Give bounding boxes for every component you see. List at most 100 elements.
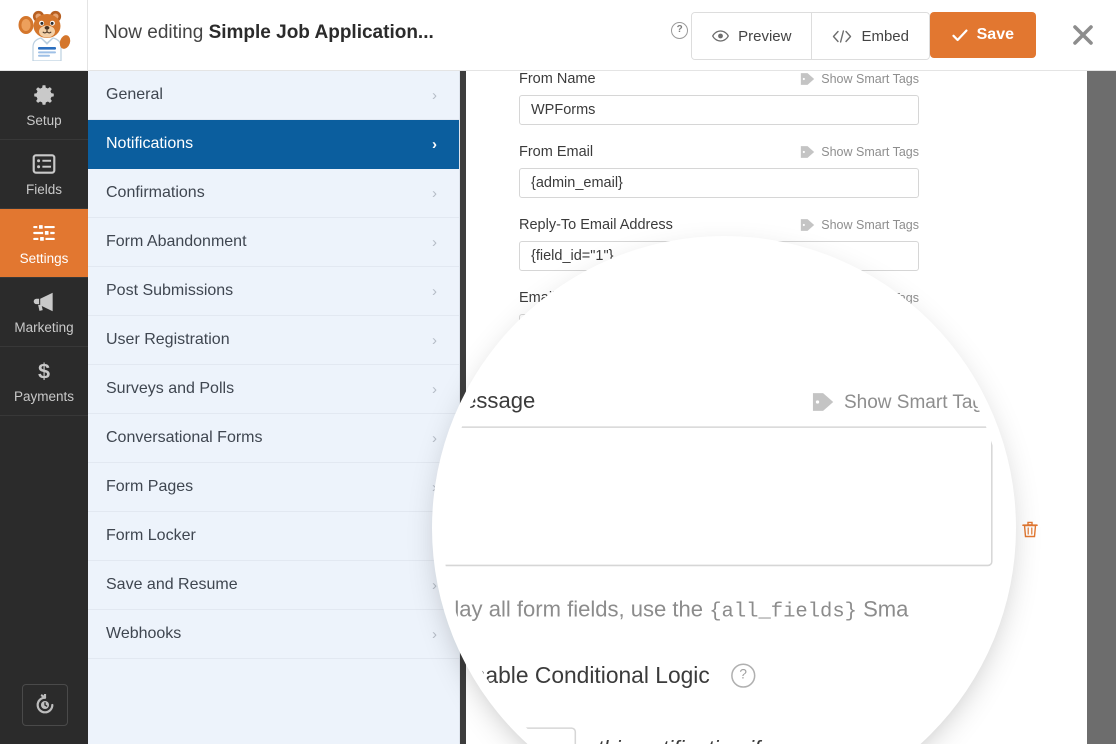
page-title: Now editing Simple Job Application... bbox=[104, 22, 434, 44]
nav-item-label: Webhooks bbox=[106, 625, 181, 643]
delete-condition-button[interactable] bbox=[1022, 521, 1038, 538]
from-name-input[interactable]: WPForms bbox=[519, 95, 919, 125]
from-name-field: From Name Show Smart Tags WPForms bbox=[519, 71, 919, 125]
settings-nav-item-save-and-resume[interactable]: Save and Resume › bbox=[88, 561, 459, 610]
close-builder-button[interactable] bbox=[1070, 22, 1096, 48]
chevron-right-icon: › bbox=[432, 88, 437, 103]
chevron-right-icon: › bbox=[432, 137, 437, 152]
from-email-field: From Email Show Smart Tags {admin_email} bbox=[519, 144, 919, 198]
settings-nav-item-confirmations[interactable]: Confirmations › bbox=[88, 169, 459, 218]
sidebar-item-marketing[interactable]: Marketing bbox=[0, 278, 88, 347]
eye-icon bbox=[712, 30, 729, 42]
preview-embed-group: Preview Embed bbox=[691, 12, 930, 60]
nav-item-label: Form Abandonment bbox=[106, 233, 247, 251]
settings-nav-item-post-submissions[interactable]: Post Submissions › bbox=[88, 267, 459, 316]
sidebar-item-label: Fields bbox=[26, 182, 62, 197]
chevron-right-icon: › bbox=[432, 578, 437, 593]
settings-nav-item-form-pages[interactable]: Form Pages › bbox=[88, 463, 459, 512]
sidebar-item-label: Marketing bbox=[14, 320, 73, 335]
tag-icon bbox=[812, 391, 835, 412]
conditional-logic-toggle-row-magnified: Enable Conditional Logic ? bbox=[443, 662, 755, 689]
chevron-right-icon: › bbox=[432, 186, 437, 201]
chevron-right-icon: › bbox=[432, 431, 437, 446]
sidebar-item-label: Payments bbox=[14, 389, 74, 404]
logo-container bbox=[0, 0, 88, 70]
settings-nav-list: General › Notifications › Confirmations … bbox=[88, 71, 460, 744]
chevron-right-icon: › bbox=[432, 333, 437, 348]
conditional-action-row-magnified: Send ▼ this notification if bbox=[443, 727, 760, 744]
conditional-action-value: Send bbox=[443, 738, 454, 744]
conditional-action-suffix: this notification if bbox=[597, 738, 760, 744]
hint-after: Sma bbox=[857, 598, 908, 622]
from-email-smart-tags-toggle[interactable]: Show Smart Tags bbox=[800, 145, 919, 159]
nav-item-label: User Registration bbox=[106, 331, 230, 349]
smart-tags-label: Show Smart Tags bbox=[821, 72, 919, 86]
reply-to-smart-tags-toggle[interactable]: Show Smart Tags bbox=[800, 218, 919, 232]
tag-icon bbox=[800, 145, 815, 159]
close-icon bbox=[1070, 22, 1096, 48]
chevron-right-icon: › bbox=[432, 382, 437, 397]
sidebar-item-label: Setup bbox=[26, 113, 61, 128]
form-name: Simple Job Application... bbox=[209, 22, 434, 43]
nav-item-label: Notifications bbox=[106, 135, 193, 153]
builder-header: Now editing Simple Job Application... ? … bbox=[0, 0, 1116, 71]
editing-prefix: Now editing bbox=[104, 22, 209, 43]
nav-item-label: Surveys and Polls bbox=[106, 380, 234, 398]
from-email-input[interactable]: {admin_email} bbox=[519, 168, 919, 198]
smart-tags-label: Show Smart Tags bbox=[821, 145, 919, 159]
embed-label: Embed bbox=[861, 28, 909, 45]
chevron-right-icon: › bbox=[432, 284, 437, 299]
settings-nav-item-form-abandonment[interactable]: Form Abandonment › bbox=[88, 218, 459, 267]
chevron-right-icon: › bbox=[432, 627, 437, 642]
hint-before: To display all form fields, use the bbox=[443, 598, 709, 622]
from-name-smart-tags-toggle[interactable]: Show Smart Tags bbox=[800, 72, 919, 86]
check-icon bbox=[952, 29, 968, 42]
email-message-field-magnified: Email Message Show Smart Tags bbox=[443, 390, 993, 566]
dollar-icon: $ bbox=[31, 358, 57, 384]
svg-text:$: $ bbox=[38, 359, 50, 384]
trash-icon bbox=[1022, 521, 1038, 538]
preview-label: Preview bbox=[738, 28, 791, 45]
revisions-button[interactable] bbox=[22, 684, 68, 726]
conditional-logic-help-icon[interactable]: ? bbox=[731, 663, 755, 687]
sliders-icon bbox=[31, 220, 57, 246]
sidebar-item-label: Settings bbox=[20, 251, 69, 266]
preview-button[interactable]: Preview bbox=[692, 13, 811, 59]
chevron-right-icon: › bbox=[432, 529, 437, 544]
nav-item-label: Confirmations bbox=[106, 184, 205, 202]
nav-item-label: Save and Resume bbox=[106, 576, 238, 594]
settings-nav-item-general[interactable]: General › bbox=[88, 71, 459, 120]
settings-nav-item-surveys-and-polls[interactable]: Surveys and Polls › bbox=[88, 365, 459, 414]
revision-history-icon bbox=[34, 694, 56, 716]
builder-sidebar: Setup Fields Settings bbox=[0, 71, 88, 744]
smart-tags-label: Show Smart Tags bbox=[821, 218, 919, 232]
sidebar-item-setup[interactable]: Setup bbox=[0, 71, 88, 140]
settings-nav-item-form-locker[interactable]: Form Locker › bbox=[88, 512, 459, 561]
question-mark-icon: ? bbox=[671, 22, 688, 39]
conditional-action-select[interactable]: Send ▼ bbox=[443, 727, 576, 744]
save-button[interactable]: Save bbox=[930, 12, 1036, 58]
tag-icon bbox=[800, 72, 815, 86]
email-message-smart-tags-toggle[interactable]: Show Smart Tags bbox=[812, 391, 992, 412]
sidebar-item-payments[interactable]: $ Payments bbox=[0, 347, 88, 416]
chevron-right-icon: › bbox=[432, 235, 437, 250]
list-icon bbox=[31, 151, 57, 177]
chevron-right-icon: › bbox=[432, 480, 437, 495]
save-label: Save bbox=[977, 26, 1014, 44]
settings-nav-item-notifications[interactable]: Notifications › bbox=[88, 120, 459, 169]
settings-nav-item-conversational-forms[interactable]: Conversational Forms › bbox=[88, 414, 459, 463]
email-message-textarea[interactable] bbox=[443, 426, 993, 566]
code-icon bbox=[832, 30, 852, 43]
embed-button[interactable]: Embed bbox=[811, 13, 929, 59]
gear-icon bbox=[31, 82, 57, 108]
sidebar-item-fields[interactable]: Fields bbox=[0, 140, 88, 209]
sidebar-item-settings[interactable]: Settings bbox=[0, 209, 88, 278]
settings-nav-item-user-registration[interactable]: User Registration › bbox=[88, 316, 459, 365]
nav-item-label: Post Submissions bbox=[106, 282, 233, 300]
conditional-logic-label: Enable Conditional Logic bbox=[458, 663, 710, 689]
wpforms-bear-logo bbox=[15, 9, 73, 61]
settings-nav-item-webhooks[interactable]: Webhooks › bbox=[88, 610, 459, 659]
megaphone-icon bbox=[31, 289, 57, 315]
nav-item-label: Conversational Forms bbox=[106, 429, 263, 447]
nav-item-label: Form Locker bbox=[106, 527, 196, 545]
